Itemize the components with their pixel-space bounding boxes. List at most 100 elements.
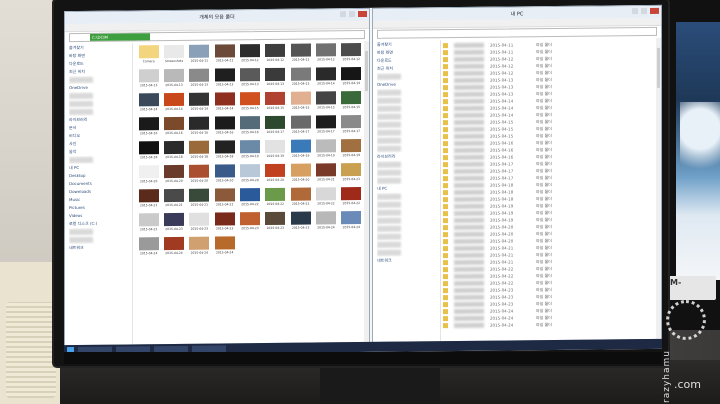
address-bar[interactable] — [377, 26, 657, 39]
file-thumbnail[interactable]: 2015-04-16 — [238, 116, 261, 139]
file-thumbnail[interactable]: 2015-04-13 — [137, 69, 160, 92]
file-thumbnail[interactable]: 2015-04-17 — [264, 115, 287, 139]
file-thumbnail[interactable]: 2015-04-23 — [264, 211, 287, 235]
file-thumbnail[interactable]: 2015-04-22 — [238, 188, 261, 211]
file-thumbnail[interactable]: 2015-04-24 — [162, 236, 185, 260]
file-thumbnail[interactable]: 2015-04-24 — [213, 236, 236, 259]
file-thumbnail[interactable]: 2015-04-20 — [137, 165, 160, 188]
file-thumbnail[interactable]: 2015-04-22 — [314, 187, 337, 210]
detail-list[interactable]: 2015-04-11 파일 폴더 2015-04-11 파일 폴더 2015-04-12… — [443, 40, 655, 341]
minimize-button[interactable] — [632, 8, 638, 15]
nav-item[interactable]: 네트워크 — [69, 243, 132, 252]
folder-row[interactable]: 2015-04-24 파일 폴더 — [443, 320, 655, 329]
file-thumbnail[interactable]: 2015-04-15 — [289, 91, 312, 115]
file-thumbnail[interactable]: 2015-04-13 — [238, 68, 261, 91]
scrollbar[interactable] — [364, 40, 369, 342]
file-thumbnail[interactable]: 2015-04-23 — [162, 212, 185, 236]
file-thumbnail[interactable]: 2015-04-19 — [340, 139, 363, 162]
file-thumbnail[interactable]: 2015-04-21 — [340, 163, 363, 186]
file-thumbnail[interactable]: 2015-04-16 — [137, 117, 160, 140]
file-thumbnail[interactable]: 2015-04-14 — [137, 93, 160, 116]
file-thumbnail[interactable]: 2015-04-13 — [162, 68, 185, 92]
file-thumbnail[interactable]: 2015-04-15 — [314, 91, 337, 114]
file-thumbnail[interactable]: 2015-04-13 — [289, 67, 312, 91]
file-thumbnail[interactable]: 2015-04-16 — [188, 116, 211, 140]
file-thumbnail[interactable]: 2015-04-18 — [188, 140, 211, 164]
file-thumbnail[interactable]: 2015-04-20 — [213, 164, 236, 187]
file-thumbnail[interactable]: 2015-04-14 — [314, 67, 337, 90]
address-segment[interactable]: C:\DCIM — [90, 33, 150, 41]
thumbnail-caption: 2015-04-18 — [139, 155, 158, 160]
file-thumbnail[interactable]: 2015-04-18 — [213, 140, 236, 163]
close-button[interactable] — [358, 10, 367, 18]
file-thumbnail[interactable]: 2015-04-24 — [340, 211, 363, 234]
file-thumbnail[interactable]: 2015-04-19 — [264, 139, 287, 163]
scrollbar-thumb[interactable] — [657, 47, 660, 88]
file-thumbnail[interactable]: 2015-04-22 — [264, 187, 287, 211]
file-thumbnail[interactable]: 2015-04-17 — [340, 115, 363, 138]
file-thumbnail[interactable]: 2015-04-24 — [314, 211, 337, 234]
file-thumbnail[interactable]: 2015-04-11 — [188, 44, 211, 68]
navigation-pane[interactable]: 즐겨찾기 바탕 화면 다운로드 최근 위치 OneDrive 라이브러리 문서 비디오 사진 음악… — [65, 43, 133, 346]
file-thumbnail[interactable]: 2015-04-19 — [289, 139, 312, 163]
navigation-pane[interactable]: 즐겨찾기 바탕 화면 다운로드 최근 위치 OneDrive 라이브러리 내 PC 네트워크 — [373, 40, 441, 342]
file-thumbnail[interactable]: Screenshots — [162, 44, 185, 68]
file-thumbnail[interactable]: 2015-04-17 — [314, 115, 337, 138]
file-thumbnail[interactable]: 2015-04-14 — [340, 67, 363, 90]
file-thumbnail[interactable]: 2015-04-17 — [289, 115, 312, 139]
file-thumbnail[interactable]: 2015-04-24 — [137, 237, 160, 260]
file-thumbnail[interactable]: 2015-04-15 — [340, 91, 363, 114]
scrollbar[interactable] — [656, 37, 661, 339]
file-thumbnail[interactable]: 2015-04-12 — [264, 43, 287, 67]
maximize-button[interactable] — [641, 8, 647, 15]
file-thumbnail[interactable]: 2015-04-23 — [238, 212, 261, 235]
scrollbar-thumb[interactable] — [365, 50, 368, 91]
file-thumbnail[interactable]: 2015-04-23 — [213, 212, 236, 235]
file-thumbnail[interactable]: Camera — [137, 45, 160, 68]
file-thumbnail[interactable]: 2015-04-12 — [340, 43, 363, 66]
file-thumbnail[interactable]: 2015-04-20 — [264, 163, 287, 187]
file-thumbnail[interactable]: 2015-04-21 — [314, 163, 337, 186]
file-thumbnail[interactable]: 2015-04-12 — [314, 43, 337, 66]
file-thumbnail[interactable]: 2015-04-14 — [162, 92, 185, 116]
thumbnail-grid[interactable]: Camera Screenshots 2015-04-11 2015-04-11 201… — [137, 43, 363, 344]
file-thumbnail[interactable]: 2015-04-20 — [188, 164, 211, 188]
file-thumbnail[interactable]: 2015-04-11 — [213, 44, 236, 67]
file-thumbnail[interactable]: 2015-04-23 — [289, 211, 312, 235]
file-thumbnail[interactable]: 2015-04-13 — [213, 68, 236, 91]
explorer-window-left[interactable]: 개체의 모음 폴더 C:\DCIM 즐겨찾기 바탕 화면 다운로드 최근 위치 OneD… — [64, 7, 370, 347]
file-thumbnail[interactable]: 2015-04-21 — [188, 188, 211, 212]
file-thumbnail[interactable]: 2015-04-14 — [213, 92, 236, 115]
file-thumbnail[interactable]: 2015-04-24 — [188, 236, 211, 260]
file-thumbnail[interactable]: 2015-04-20 — [162, 164, 185, 188]
nav-item[interactable]: 네트워크 — [377, 256, 440, 265]
file-thumbnail[interactable]: 2015-04-16 — [213, 116, 236, 139]
address-bar[interactable]: C:\DCIM — [69, 29, 365, 43]
file-thumbnail[interactable]: 2015-04-23 — [188, 212, 211, 236]
close-button[interactable] — [650, 7, 659, 14]
file-thumbnail[interactable]: 2015-04-20 — [238, 164, 261, 187]
file-thumbnail[interactable]: 2015-04-19 — [238, 140, 261, 163]
file-thumbnail[interactable]: 2015-04-22 — [137, 213, 160, 236]
file-thumbnail[interactable]: 2015-04-21 — [213, 188, 236, 211]
file-thumbnail[interactable]: 2015-04-22 — [289, 187, 312, 211]
file-thumbnail[interactable]: 2015-04-14 — [188, 92, 211, 116]
file-thumbnail[interactable]: 2015-04-19 — [314, 139, 337, 162]
file-thumbnail[interactable]: 2015-04-21 — [137, 189, 160, 212]
file-thumbnail[interactable]: 2015-04-13 — [264, 67, 287, 91]
file-thumbnail[interactable]: 2015-04-12 — [238, 44, 261, 67]
file-thumbnail[interactable]: 2015-04-16 — [162, 116, 185, 140]
file-thumbnail[interactable]: 2015-04-21 — [162, 188, 185, 212]
file-thumbnail[interactable]: 2015-04-12 — [289, 43, 312, 67]
file-thumbnail[interactable]: 2015-04-18 — [162, 140, 185, 164]
file-thumbnail[interactable]: 2015-04-13 — [188, 68, 211, 92]
file-thumbnail[interactable]: 2015-04-20 — [289, 163, 312, 187]
blurred-name — [454, 224, 484, 231]
minimize-button[interactable] — [340, 11, 346, 18]
maximize-button[interactable] — [349, 11, 355, 18]
file-thumbnail[interactable]: 2015-04-15 — [238, 92, 261, 115]
file-thumbnail[interactable]: 2015-04-15 — [264, 91, 287, 115]
explorer-window-right[interactable]: 내 PC 즐겨찾기 바탕 화면 다운로드 최근 위치 OneDrive 라이브러리 내 PC… — [372, 4, 662, 343]
file-thumbnail[interactable]: 2015-04-22 — [340, 187, 363, 210]
file-thumbnail[interactable]: 2015-04-18 — [137, 141, 160, 164]
